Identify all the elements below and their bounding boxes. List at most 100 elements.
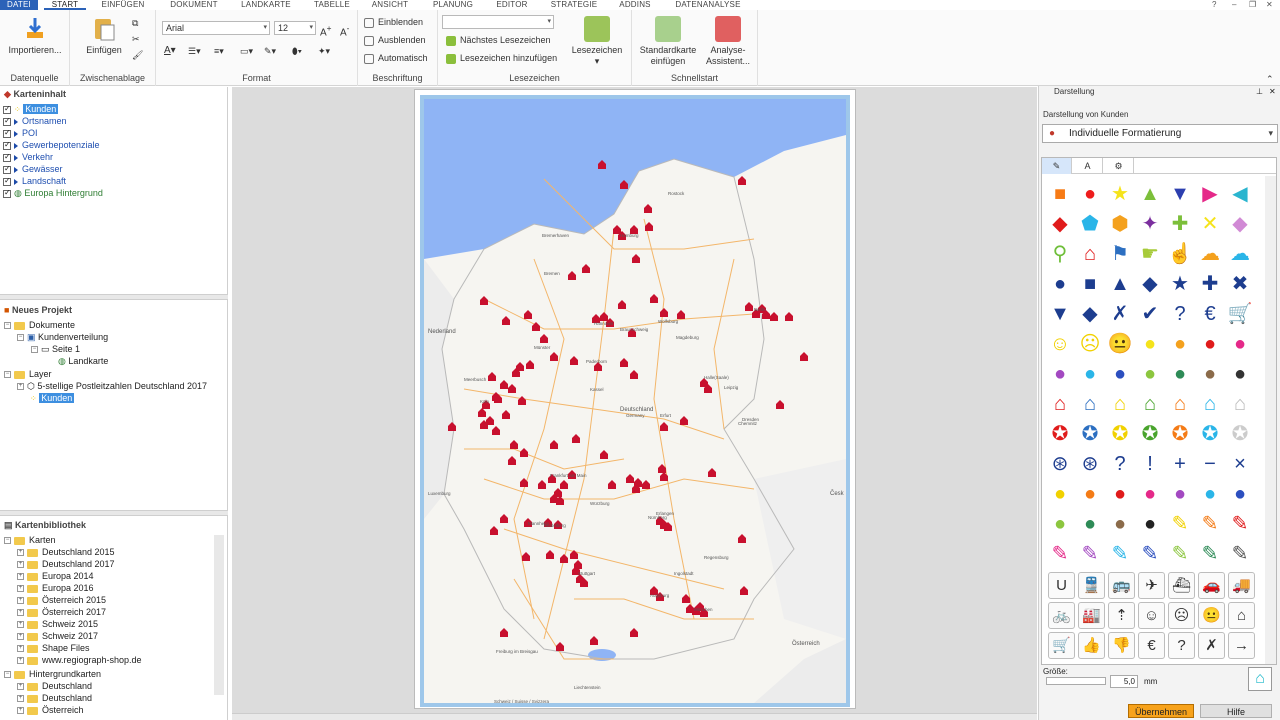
customer-marker[interactable] (770, 312, 778, 321)
expand-icon[interactable]: + (17, 695, 24, 703)
show-labels-button[interactable]: Einblenden (364, 15, 423, 29)
expand-icon[interactable] (14, 130, 18, 137)
layer-checkbox[interactable] (3, 187, 11, 199)
tab-einfuegen[interactable]: EINFÜGEN (98, 0, 148, 10)
symbol-0-0-icon[interactable]: ■ (1046, 180, 1074, 208)
customer-marker[interactable] (644, 204, 652, 213)
symbol-10-1-icon[interactable]: ● (1076, 480, 1104, 508)
font-combo[interactable]: Arial ▾ (162, 21, 270, 35)
tab-landkarte[interactable]: LANDKARTE (236, 0, 296, 10)
panel-splitter[interactable] (0, 510, 228, 516)
customer-marker[interactable] (660, 422, 668, 431)
symbol-6-0-icon[interactable]: ● (1046, 360, 1074, 388)
tree-kunden[interactable]: ⁘ Kunden (30, 392, 75, 404)
symbol-4-0-icon[interactable]: ▼ (1046, 300, 1074, 328)
library-item[interactable]: + Shape Files (17, 642, 90, 654)
symbol-0-5-icon[interactable]: ▶ (1196, 180, 1224, 208)
customer-marker[interactable] (524, 310, 532, 319)
customer-marker[interactable] (626, 474, 634, 483)
fill-icon[interactable]: ⬮▾ (292, 44, 302, 58)
pictogram-2-6-icon[interactable]: → (1228, 632, 1255, 659)
symbol-4-4-icon[interactable]: ? (1166, 300, 1194, 328)
tree-hintergrund[interactable]: − Hintergrundkarten (4, 668, 101, 680)
layer-checkbox[interactable] (3, 151, 11, 163)
expand-icon[interactable]: + (17, 683, 24, 691)
map-view[interactable]: Rostock Bremerhaven Hamburg Bremen Berlin Han… (420, 95, 850, 707)
expand-icon[interactable]: + (17, 549, 24, 557)
customer-marker[interactable] (556, 642, 564, 651)
customer-marker[interactable] (632, 254, 640, 263)
symbol-9-3-icon[interactable]: ! (1136, 450, 1164, 478)
symbol-11-6-icon[interactable]: ✎ (1226, 510, 1254, 538)
paste-button[interactable]: Einfügen (84, 16, 124, 56)
symbol-11-3-icon[interactable]: ● (1136, 510, 1164, 538)
cut-icon[interactable]: ✂ (132, 32, 140, 46)
symbol-0-3-icon[interactable]: ▲ (1136, 180, 1164, 208)
customer-marker[interactable] (500, 514, 508, 523)
customer-marker[interactable] (480, 296, 488, 305)
customer-marker[interactable] (620, 358, 628, 367)
expand-icon[interactable] (14, 166, 18, 173)
customer-marker[interactable] (590, 636, 598, 645)
symbol-2-5-icon[interactable]: ☁ (1196, 240, 1224, 268)
symbol-4-6-icon[interactable]: 🛒 (1226, 300, 1254, 328)
layer-row-verkehr[interactable]: Verkehr (3, 151, 53, 163)
layer-checkbox[interactable] (3, 127, 11, 139)
symbol-7-6-icon[interactable]: ⌂ (1226, 390, 1254, 418)
symbol-5-1-icon[interactable]: ☹ (1076, 330, 1104, 358)
import-button[interactable]: Importieren... (4, 16, 66, 56)
analysis-assistant-button[interactable]: Analyse- Assistent... (702, 16, 754, 67)
customer-marker[interactable] (740, 586, 748, 595)
collapse-icon[interactable]: − (4, 537, 11, 545)
effect-icon[interactable]: ✦▾ (318, 44, 330, 58)
tree-landkarte[interactable]: ◍ Landkarte (58, 355, 108, 367)
scrollbar[interactable] (214, 535, 224, 695)
symbol-7-4-icon[interactable]: ⌂ (1166, 390, 1194, 418)
apply-button[interactable]: Übernehmen (1128, 704, 1194, 718)
line-style-icon[interactable]: ☰▾ (188, 44, 201, 58)
customer-marker[interactable] (550, 440, 558, 449)
symbol-6-1-icon[interactable]: ● (1076, 360, 1104, 388)
symbol-3-4-icon[interactable]: ★ (1166, 270, 1194, 298)
layer-checkbox[interactable] (3, 103, 11, 115)
tab-addins[interactable]: ADDINS (612, 0, 658, 10)
pictogram-2-3-icon[interactable]: € (1138, 632, 1165, 659)
customer-marker[interactable] (502, 316, 510, 325)
symbol-8-2-icon[interactable]: ✪ (1106, 420, 1134, 448)
library-item[interactable]: + Europa 2016 (17, 582, 94, 594)
customer-marker[interactable] (486, 416, 494, 425)
font-color-icon[interactable]: A▾ (164, 44, 176, 58)
symbol-12-0-icon[interactable]: ✎ (1046, 540, 1074, 568)
customer-marker[interactable] (560, 480, 568, 489)
pictogram-0-4-icon[interactable]: ⛴ (1168, 572, 1195, 599)
layer-checkbox[interactable] (3, 139, 11, 151)
tab-dokument[interactable]: DOKUMENT (164, 0, 224, 10)
bookmark-combo[interactable]: ▾ (442, 15, 554, 29)
tab-planung[interactable]: PLANUNG (426, 0, 480, 10)
pictogram-2-0-icon[interactable]: 🛒 (1048, 632, 1075, 659)
symbol-11-2-icon[interactable]: ● (1106, 510, 1134, 538)
layer-row-gewaesser[interactable]: Gewässer (3, 163, 63, 175)
customer-marker[interactable] (582, 264, 590, 273)
customer-marker[interactable] (550, 352, 558, 361)
tree-kundenverteilung[interactable]: − ▣ Kundenverteilung (17, 331, 108, 343)
layer-checkbox[interactable] (3, 163, 11, 175)
symbol-6-3-icon[interactable]: ● (1136, 360, 1164, 388)
symbol-9-2-icon[interactable]: ? (1106, 450, 1134, 478)
expand-icon[interactable]: + (17, 609, 24, 617)
library-item[interactable]: + Europa 2014 (17, 570, 94, 582)
symbol-4-3-icon[interactable]: ✔ (1136, 300, 1164, 328)
symbol-5-5-icon[interactable]: ● (1196, 330, 1224, 358)
layer-checkbox[interactable] (3, 175, 11, 187)
symbol-10-3-icon[interactable]: ● (1136, 480, 1164, 508)
customer-marker[interactable] (608, 480, 616, 489)
library-item[interactable]: + Schweiz 2017 (17, 630, 98, 642)
pictogram-1-4-icon[interactable]: ☹ (1168, 602, 1195, 629)
customer-marker[interactable] (738, 534, 746, 543)
collapse-icon[interactable]: − (31, 346, 38, 354)
pin-icon[interactable]: ⊥ (1256, 86, 1263, 98)
expand-icon[interactable]: + (17, 621, 24, 629)
pictogram-1-3-icon[interactable]: ☺ (1138, 602, 1165, 629)
symbol-4-1-icon[interactable]: ◆ (1076, 300, 1104, 328)
symbol-12-5-icon[interactable]: ✎ (1196, 540, 1224, 568)
